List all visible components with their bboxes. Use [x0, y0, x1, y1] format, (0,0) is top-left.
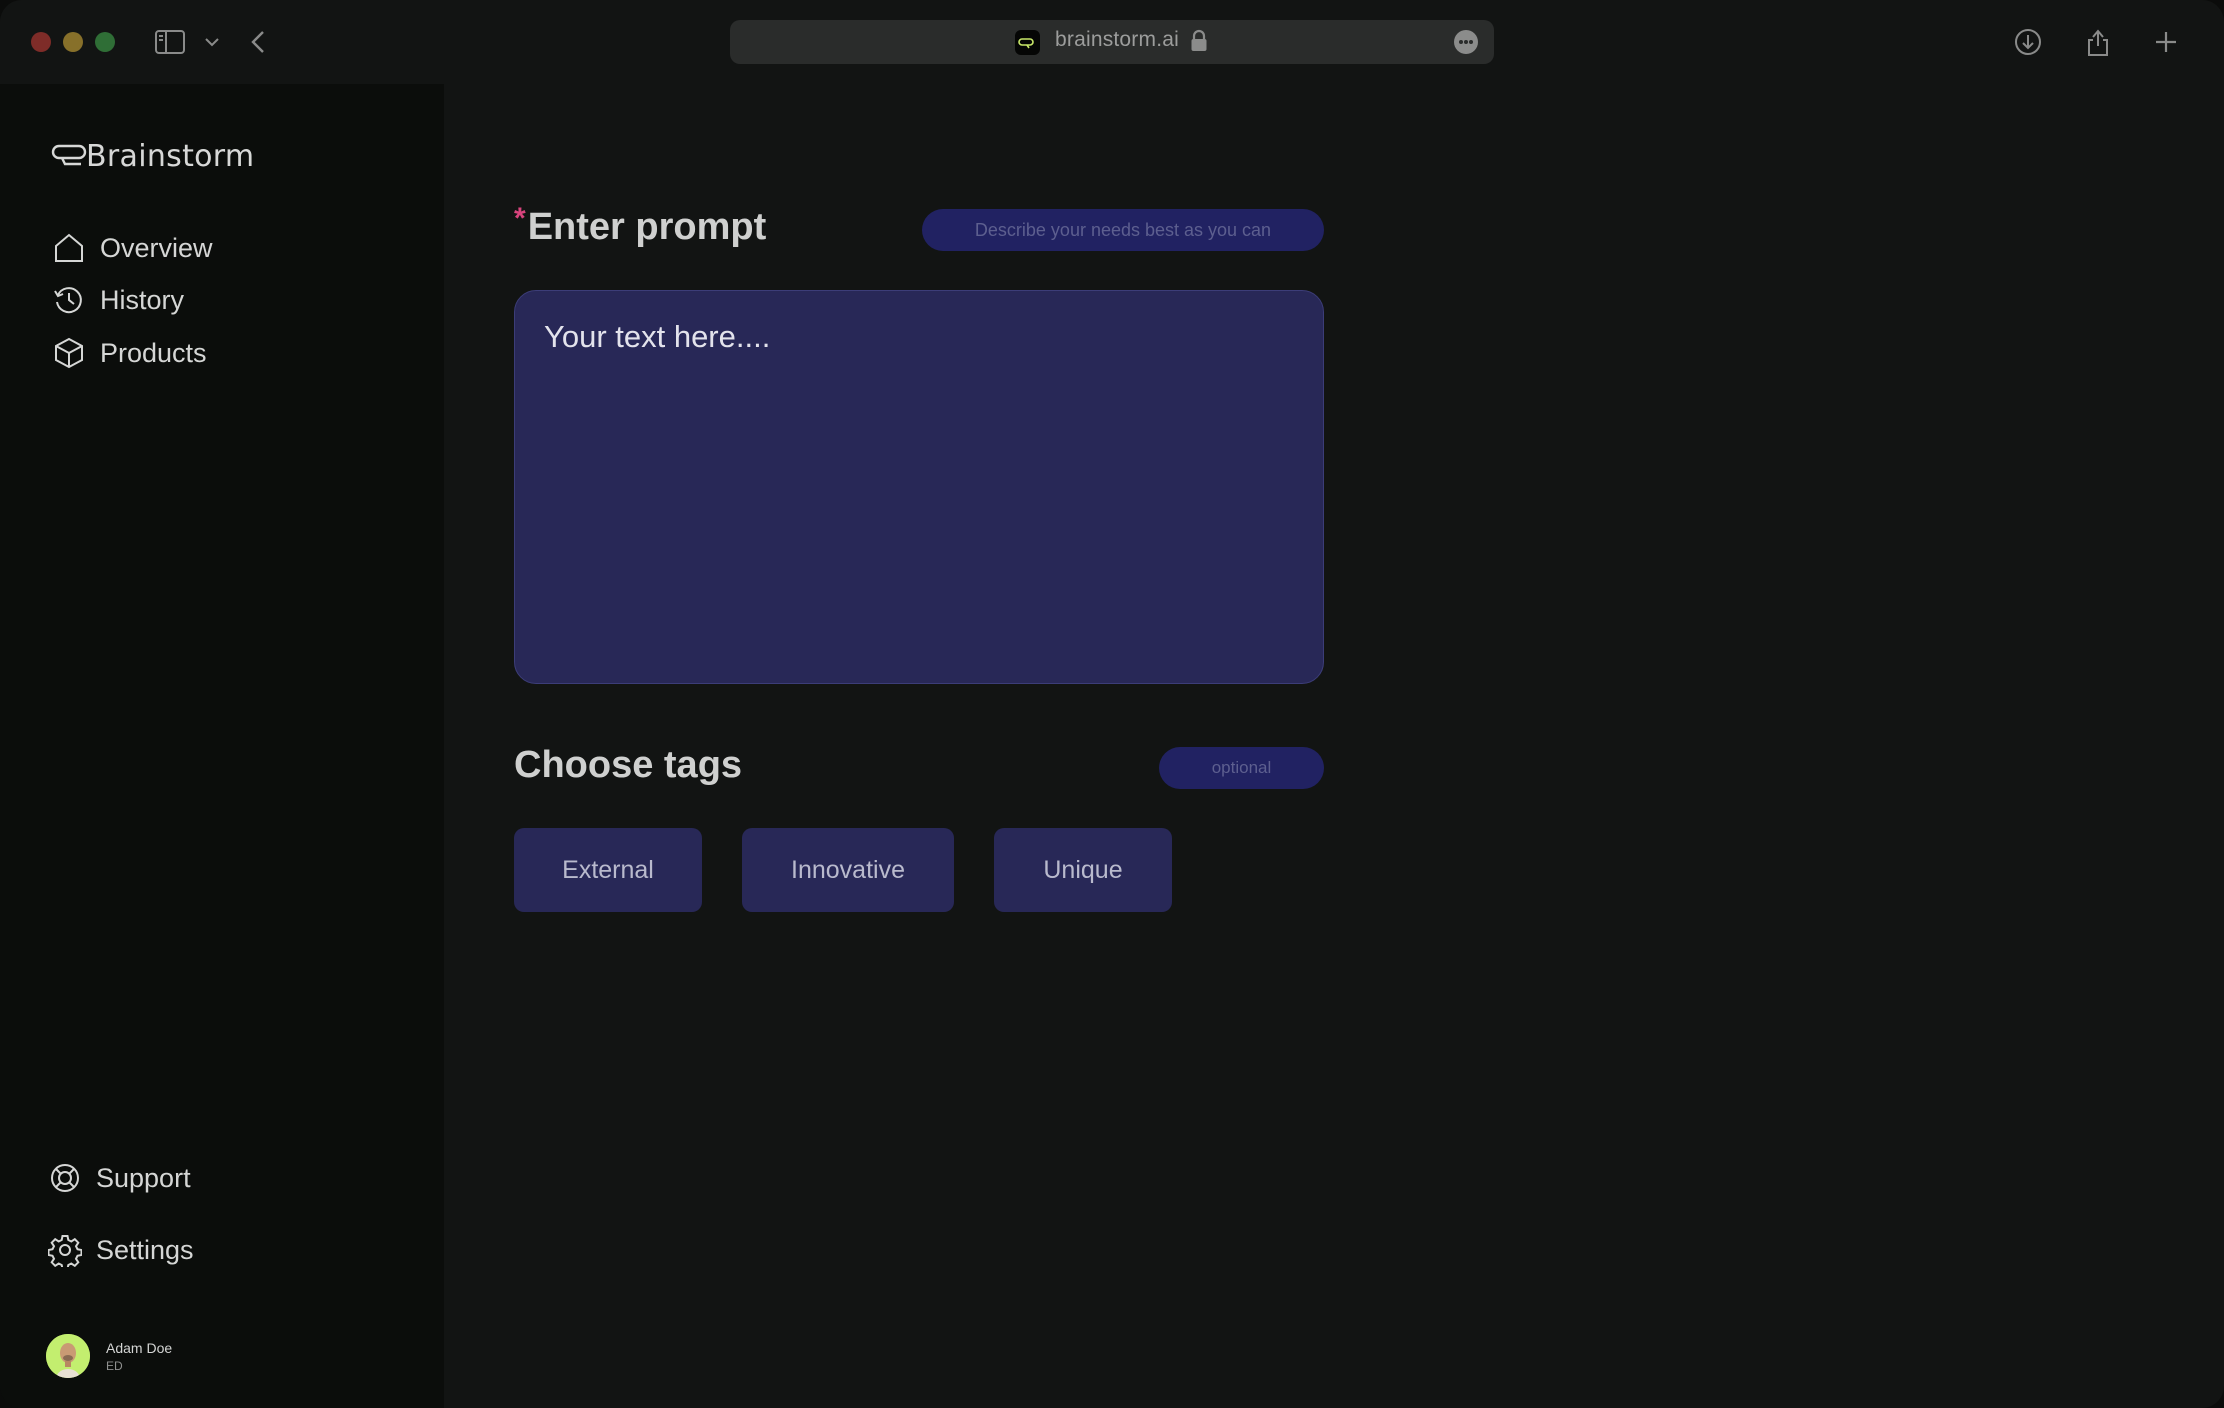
sidebar-toggle-icon[interactable] — [152, 24, 188, 60]
home-icon — [55, 233, 83, 262]
required-mark: * — [514, 202, 526, 235]
minimize-window-button[interactable] — [63, 32, 83, 52]
avatar — [46, 1334, 90, 1378]
new-tab-icon[interactable] — [2150, 24, 2182, 60]
browser-window: brainstorm.ai Brainstorm Overview Histor… — [0, 0, 2224, 1408]
sidebar-item-settings[interactable]: Settings — [48, 1228, 194, 1272]
user-profile[interactable]: Adam Doe ED — [46, 1334, 172, 1378]
sidebar-item-label: Products — [100, 337, 207, 368]
tags-title: Choose tags — [514, 744, 743, 786]
sidebar-item-products[interactable]: Products — [52, 331, 207, 375]
tag-innovative[interactable]: Innovative — [742, 828, 954, 912]
sidebar-item-label: History — [100, 284, 185, 315]
prompt-title: Enter prompt — [527, 206, 767, 248]
address-bar[interactable]: brainstorm.ai — [730, 20, 1494, 64]
sidebar-item-overview[interactable]: Overview — [52, 226, 213, 270]
sidebar: Brainstorm Overview History Products Sup… — [0, 84, 444, 1408]
url-text: brainstorm.ai — [1055, 28, 1179, 51]
brainstorm-logo-icon — [51, 144, 87, 166]
user-name: Adam Doe — [106, 1339, 173, 1356]
prompt-input[interactable] — [515, 291, 1323, 683]
download-icon[interactable] — [2012, 24, 2044, 60]
user-role: ED — [106, 1358, 123, 1373]
share-icon[interactable] — [2082, 24, 2114, 60]
prompt-heading: *Enter prompt — [514, 202, 767, 249]
sidebar-item-label: Settings — [96, 1234, 194, 1265]
sidebar-item-label: Support — [96, 1162, 191, 1193]
prompt-input-container[interactable] — [514, 290, 1324, 684]
history-icon — [54, 287, 82, 314]
back-arrow-icon[interactable] — [244, 24, 274, 60]
zoom-window-button[interactable] — [95, 32, 115, 52]
lock-icon — [1188, 29, 1210, 53]
more-options-icon[interactable] — [1454, 30, 1478, 54]
sidebar-item-history[interactable]: History — [52, 278, 184, 322]
prompt-hint-badge: Describe your needs best as you can — [922, 209, 1324, 251]
browser-toolbar: brainstorm.ai — [0, 0, 2224, 84]
sidebar-item-support[interactable]: Support — [48, 1156, 191, 1200]
brand-logo[interactable]: Brainstorm — [50, 136, 254, 176]
sidebar-item-label: Overview — [100, 232, 213, 263]
site-favicon-icon — [1015, 30, 1040, 55]
tag-unique[interactable]: Unique — [994, 828, 1172, 912]
lifebuoy-icon — [51, 1164, 79, 1192]
tag-external[interactable]: External — [514, 828, 702, 912]
box-icon — [55, 337, 83, 369]
close-window-button[interactable] — [31, 32, 51, 52]
tags-optional-badge: optional — [1159, 747, 1324, 789]
gear-icon — [48, 1235, 82, 1267]
brand-name: Brainstorm — [86, 138, 255, 174]
chevron-down-icon[interactable] — [200, 24, 224, 60]
user-avatar-icon — [46, 1334, 90, 1378]
